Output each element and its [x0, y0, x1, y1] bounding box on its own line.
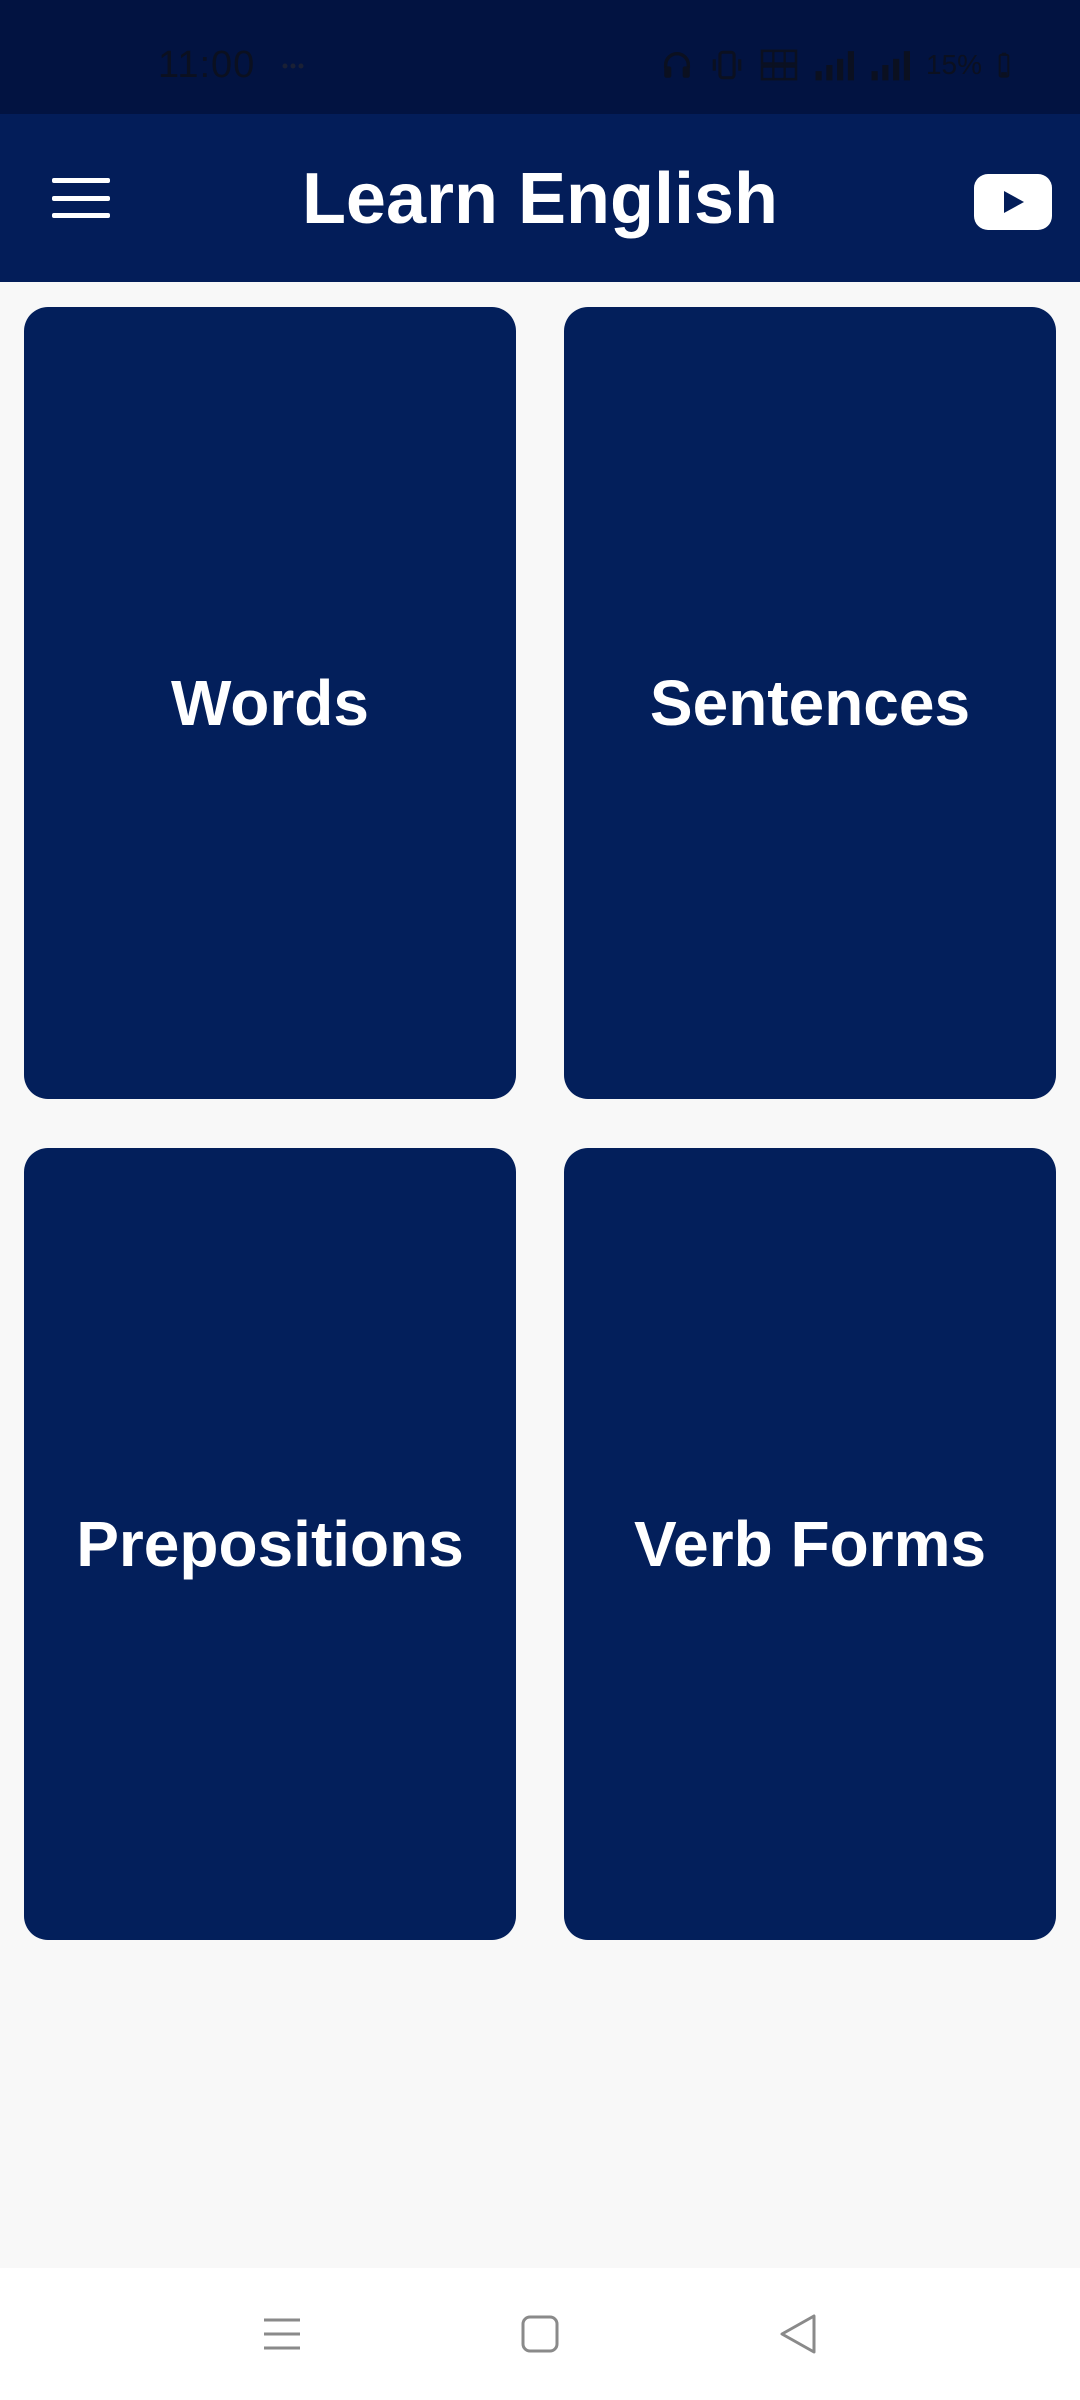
signal-icon	[871, 51, 910, 81]
status-icons: 15%	[660, 48, 1010, 82]
app-bar: Learn English	[0, 114, 1080, 282]
prepositions-card[interactable]: Prepositions	[24, 1148, 516, 1940]
recents-icon[interactable]	[250, 2302, 314, 2366]
back-icon[interactable]	[766, 2302, 830, 2366]
volte-icon	[760, 49, 798, 81]
sentences-card[interactable]: Sentences	[564, 307, 1056, 1099]
status-bar: 11:00 15%	[0, 0, 1080, 114]
battery-icon	[998, 52, 1010, 78]
battery-percentage: 15%	[925, 49, 982, 80]
system-nav-bar	[0, 2268, 1080, 2400]
notification-dots-icon	[282, 63, 304, 69]
home-icon[interactable]	[508, 2302, 572, 2366]
page-title: Learn English	[301, 159, 779, 239]
words-card[interactable]: Words	[24, 307, 516, 1099]
vibrate-icon	[712, 50, 742, 80]
verb-forms-card[interactable]: Verb Forms	[564, 1148, 1056, 1940]
signal-icon	[815, 51, 854, 81]
youtube-button[interactable]	[974, 174, 1052, 230]
status-time: 11:00	[158, 44, 256, 86]
youtube-icon	[1004, 191, 1024, 213]
headphones-icon	[663, 52, 690, 78]
